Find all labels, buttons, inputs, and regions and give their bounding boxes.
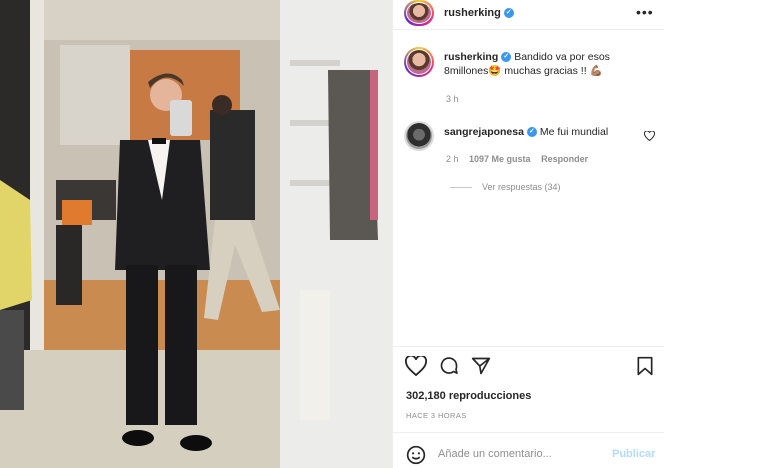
like-comment-icon[interactable] xyxy=(644,131,655,141)
verified-icon: ✓ xyxy=(526,127,537,138)
post-video[interactable] xyxy=(0,0,392,468)
comment-likes[interactable]: 1097 Me gusta xyxy=(469,154,531,164)
instagram-post-page: rusherking ✓ ••• rusherking ✓ Bandido va p… xyxy=(0,0,778,468)
caption-line1: Bandido va por esos xyxy=(514,51,610,63)
comment-divider xyxy=(392,432,664,433)
page-background xyxy=(664,0,778,468)
caption-username[interactable]: rusherking xyxy=(444,51,498,63)
share-icon[interactable] xyxy=(471,356,491,376)
commenter-avatar[interactable] xyxy=(404,121,434,151)
smile-emoji: 🤩 xyxy=(488,65,502,77)
commenter-username[interactable]: sangrejaponesa xyxy=(444,126,524,138)
post-timestamp: HACE 3 HORAS xyxy=(406,411,467,420)
actions-divider xyxy=(392,346,664,347)
views-count[interactable]: 302,180 reproducciones xyxy=(406,390,531,402)
comment-text: sangrejaponesa ✓ Me fui mundial xyxy=(444,125,608,139)
muscle-emoji: 💪🏽 xyxy=(589,65,603,77)
caption-line2: 8millones xyxy=(444,65,489,77)
publish-button[interactable]: Publicar xyxy=(612,448,655,460)
view-replies-button[interactable]: Ver respuestas (34) xyxy=(482,182,561,192)
heart-icon[interactable] xyxy=(405,356,427,376)
comment-meta: 2 h 1097 Me gusta Responder xyxy=(446,154,588,164)
author-username[interactable]: rusherking ✓ xyxy=(444,7,514,19)
caption-line2b: muchas gracias !! xyxy=(501,65,590,77)
verified-icon: ✓ xyxy=(503,8,514,19)
comment-body: Me fui mundial xyxy=(539,126,609,138)
verified-icon: ✓ xyxy=(501,52,512,63)
more-icon[interactable]: ••• xyxy=(636,4,654,20)
comment-time[interactable]: 2 h xyxy=(446,154,459,164)
author-avatar[interactable] xyxy=(404,0,434,26)
video-frame-illustration xyxy=(0,0,392,468)
reply-button[interactable]: Responder xyxy=(541,154,588,164)
bookmark-icon[interactable] xyxy=(636,356,654,376)
author-username-text[interactable]: rusherking xyxy=(444,7,501,19)
emoji-icon[interactable] xyxy=(406,445,426,465)
caption-avatar[interactable] xyxy=(404,47,434,77)
caption-text: rusherking ✓ Bandido va por esos 8millone… xyxy=(444,50,654,78)
header-divider xyxy=(392,29,664,30)
comment-icon[interactable] xyxy=(439,356,459,376)
caption-time[interactable]: 3 h xyxy=(446,94,459,104)
comment-input[interactable]: Añade un comentario... xyxy=(438,448,552,460)
replies-line xyxy=(450,187,472,188)
